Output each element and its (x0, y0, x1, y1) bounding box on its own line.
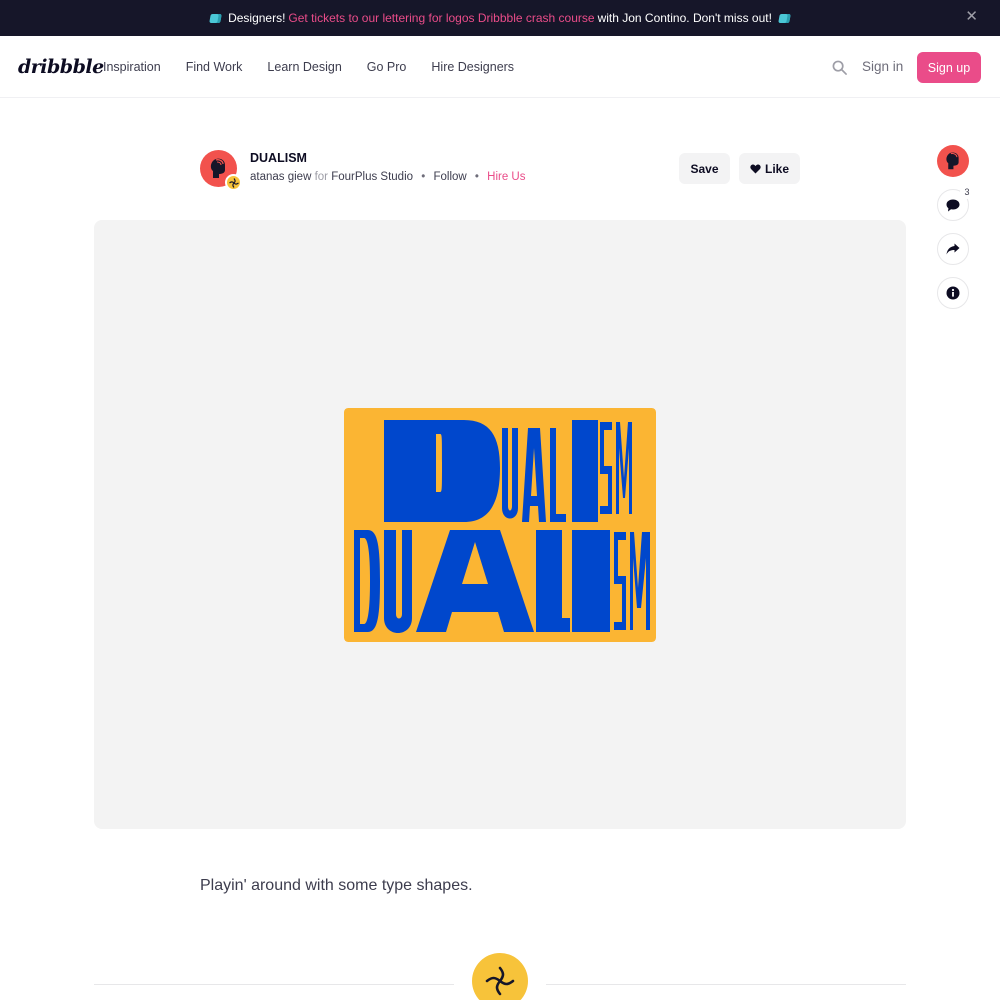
banner-link[interactable]: Get tickets to our lettering for logos D… (288, 11, 594, 25)
ticket-icon (209, 13, 222, 23)
letter-d-wide (384, 420, 500, 522)
team-name[interactable]: FourPlus Studio (331, 171, 413, 183)
save-button[interactable]: Save (679, 153, 730, 184)
site-header: dribbble Inspiration Find Work Learn Des… (0, 36, 1000, 98)
team-badge[interactable] (225, 174, 242, 191)
separator: • (474, 171, 479, 183)
banner-suffix: with Jon Contino. Don't miss out! (597, 11, 772, 25)
divider (546, 984, 906, 985)
info-icon (946, 286, 960, 300)
follow-link[interactable]: Follow (433, 171, 466, 183)
like-button[interactable]: Like (739, 153, 800, 184)
info-button[interactable] (937, 277, 969, 309)
for-label: for (314, 171, 328, 183)
promo-banner: Designers! Get tickets to our lettering … (0, 0, 1000, 36)
sign-in-link[interactable]: Sign in (862, 59, 903, 74)
sign-up-button[interactable]: Sign up (917, 52, 981, 83)
shot-byline: atanas giew for FourPlus Studio • Follow… (250, 171, 525, 183)
ticket-icon (778, 13, 791, 23)
shot-artwork[interactable] (344, 408, 656, 642)
artwork-row-1 (384, 420, 632, 522)
shot-title: DUALISM (250, 151, 307, 165)
comment-icon (946, 199, 960, 211)
heart-icon (750, 164, 761, 174)
divider (94, 984, 454, 985)
sidebar-author-avatar[interactable] (937, 145, 969, 177)
fourplus-logo-icon (485, 966, 515, 996)
team-avatar-large[interactable] (472, 953, 528, 1000)
dribbble-logo[interactable]: dribbble (18, 56, 104, 78)
separator: • (421, 171, 426, 183)
shot-description: Playin' around with some type shapes. (200, 877, 473, 894)
share-icon (946, 243, 960, 255)
nav-inspiration[interactable]: Inspiration (103, 60, 161, 74)
nav-go-pro[interactable]: Go Pro (367, 60, 407, 74)
close-icon[interactable]: ✕ (965, 9, 978, 25)
comment-count-badge: 3 (960, 185, 974, 199)
letter-i (572, 420, 598, 522)
banner-prefix: Designers! (228, 11, 286, 25)
main-nav: Inspiration Find Work Learn Design Go Pr… (103, 60, 539, 74)
author-name[interactable]: atanas giew (250, 171, 311, 183)
nav-hire-designers[interactable]: Hire Designers (431, 60, 514, 74)
nav-learn-design[interactable]: Learn Design (267, 60, 341, 74)
search-icon[interactable] (832, 60, 847, 75)
nav-find-work[interactable]: Find Work (186, 60, 243, 74)
like-label: Like (764, 161, 789, 176)
share-button[interactable] (937, 233, 969, 265)
letter-i2 (572, 530, 610, 632)
hire-us-link[interactable]: Hire Us (487, 171, 525, 183)
